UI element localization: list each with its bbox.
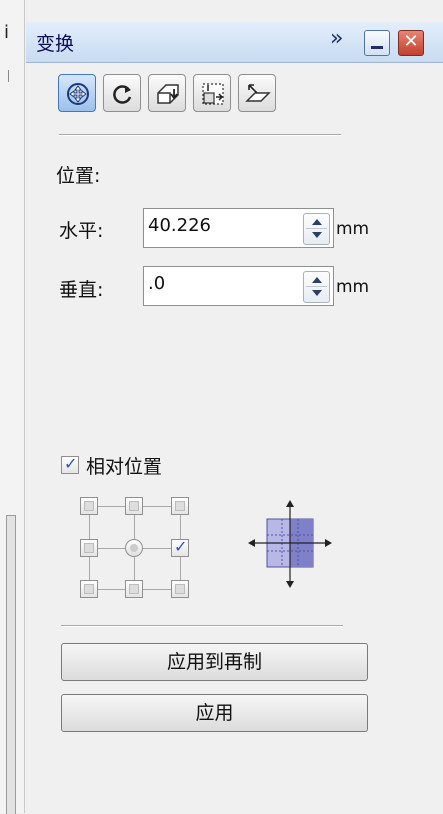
spin-down-icon[interactable]	[312, 232, 322, 238]
spin-up-icon[interactable]	[312, 219, 322, 225]
anchor-preview-icon	[248, 500, 332, 588]
anchor-top-right[interactable]	[171, 497, 189, 515]
scale-mirror-mode-button[interactable]	[148, 74, 186, 112]
position-icon	[67, 83, 89, 105]
apply-to-duplicate-button[interactable]: 应用到再制	[61, 643, 368, 681]
anchor-top-left[interactable]	[80, 497, 98, 515]
checkbox-fill	[129, 584, 139, 594]
anchor-bottom-center[interactable]	[125, 580, 143, 598]
anchor-middle-left[interactable]	[80, 539, 98, 557]
vertical-value: .0	[148, 273, 166, 294]
checkbox-fill	[129, 501, 139, 511]
close-button[interactable]: ✕	[398, 30, 424, 56]
size-icon	[202, 83, 224, 105]
checkbox-fill	[175, 501, 185, 511]
horizontal-spinner[interactable]	[303, 213, 330, 245]
checkbox-fill	[84, 584, 94, 594]
checkbox-fill	[84, 501, 94, 511]
section-divider	[61, 625, 343, 627]
relative-position-label: 相对位置	[86, 456, 163, 478]
toolbar-divider	[59, 134, 341, 136]
checkbox-fill	[84, 543, 94, 553]
anchor-middle-right[interactable]	[171, 537, 189, 557]
spinner-divider	[306, 228, 327, 229]
rotate-mode-button[interactable]	[103, 74, 141, 112]
anchor-bottom-left[interactable]	[80, 580, 98, 598]
position-mode-button[interactable]	[58, 74, 96, 112]
skew-mode-button[interactable]	[238, 74, 276, 112]
clipped-text: i	[4, 22, 10, 43]
skew-icon	[245, 84, 271, 102]
divider	[8, 70, 9, 82]
checkbox-fill	[175, 584, 185, 594]
vertical-spinner[interactable]	[303, 271, 330, 303]
vertical-label: 垂直:	[59, 279, 104, 301]
relative-position-checkbox[interactable]	[61, 454, 79, 474]
apply-button[interactable]: 应用	[61, 694, 368, 732]
position-section-label: 位置:	[56, 165, 101, 187]
anchor-top-center[interactable]	[125, 497, 143, 515]
anchor-center[interactable]	[125, 539, 143, 557]
minimize-button[interactable]	[364, 30, 390, 56]
anchor-bottom-right[interactable]	[171, 580, 189, 598]
scale-mirror-icon	[157, 84, 179, 104]
spinner-divider	[306, 286, 327, 287]
horizontal-value: 40.226	[148, 215, 211, 236]
docker-title: 变换	[36, 33, 75, 55]
docker-title-bar[interactable]: 变换 » ✕	[26, 22, 443, 63]
vertical-position-field[interactable]: .0	[143, 266, 334, 306]
size-mode-button[interactable]	[193, 74, 231, 112]
left-docker-strip: i	[0, 0, 25, 814]
horizontal-position-field[interactable]: 40.226	[143, 208, 334, 248]
expand-icon[interactable]: »	[330, 26, 343, 51]
rotate-icon	[113, 85, 132, 104]
spin-up-icon[interactable]	[312, 277, 322, 283]
vertical-unit: mm	[336, 277, 370, 297]
spin-down-icon[interactable]	[312, 290, 322, 296]
horizontal-unit: mm	[336, 219, 370, 239]
transform-docker: 变换 » ✕ 位置: 水平: 40.226 mm 垂直: .0 mm ✓ 相对位…	[26, 22, 443, 813]
horizontal-label: 水平:	[59, 220, 104, 242]
vertical-scrollbar[interactable]	[6, 515, 16, 814]
